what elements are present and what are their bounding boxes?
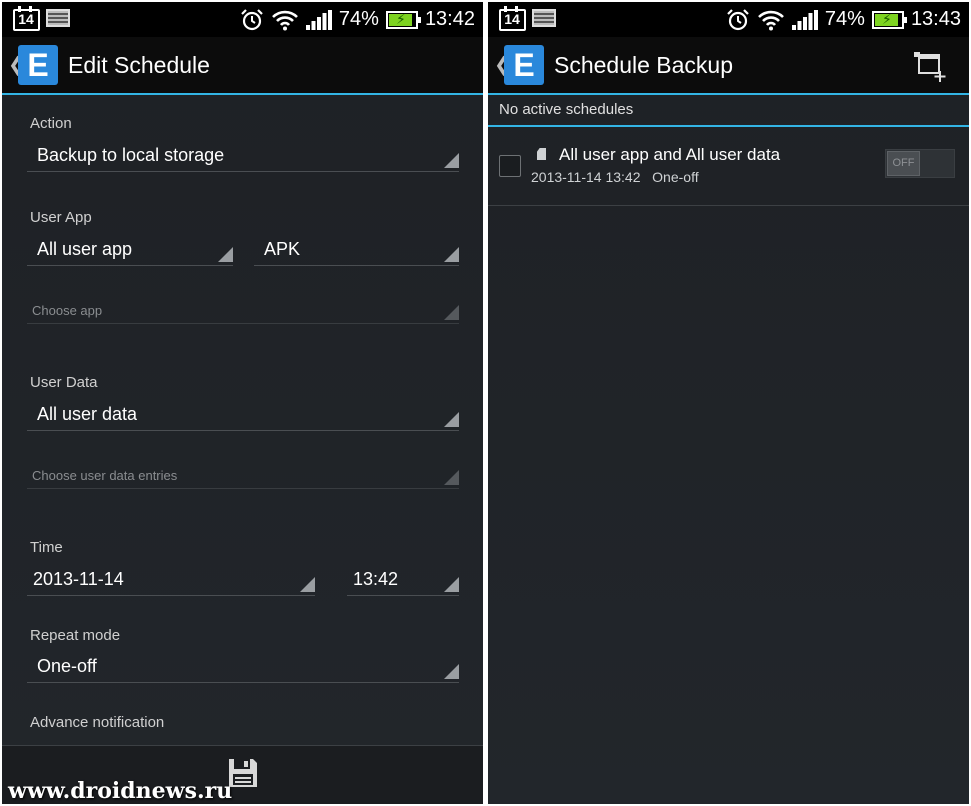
wifi-icon [271, 10, 298, 30]
page-title: Edit Schedule [68, 52, 210, 78]
page-title: Schedule Backup [554, 52, 734, 78]
date-spinner[interactable]: 2013-11-14 [27, 565, 315, 596]
battery-percent: 74% [338, 8, 379, 30]
repeat-mode-label: Repeat mode [30, 627, 121, 644]
time-value: 13:42 [353, 569, 399, 589]
battery-icon: ⚡ [385, 10, 421, 29]
user-app-type-value: APK [264, 239, 301, 259]
repeat-mode-spinner[interactable]: One-off [27, 652, 459, 683]
dropdown-triangle-icon [444, 577, 459, 592]
calendar-day: 14 [18, 11, 34, 27]
signal-icon [791, 9, 818, 30]
time-label: Time [30, 539, 63, 556]
dropdown-triangle-icon [444, 153, 459, 168]
choose-app-hint: Choose app [32, 303, 103, 318]
calendar-day: 14 [504, 11, 520, 27]
schedule-date: 2013-11-14 13:42 [531, 169, 641, 185]
wifi-icon [757, 10, 784, 30]
watermark: www.droidnews.ru [8, 778, 233, 804]
battery-percent: 74% [824, 8, 865, 30]
dropdown-triangle-icon [444, 664, 459, 679]
status-bar: 14 74% ⚡ 13:42 [2, 2, 483, 37]
choose-app-spinner[interactable]: Choose app [27, 293, 459, 324]
user-app-type-spinner[interactable]: APK [254, 235, 459, 266]
action-spinner[interactable]: Backup to local storage [27, 141, 459, 172]
gallery-notification-icon [46, 9, 70, 27]
action-label: Action [30, 115, 72, 132]
dropdown-triangle-icon [444, 470, 459, 485]
alarm-clock-icon [727, 8, 749, 30]
no-active-schedules-text: No active schedules [499, 101, 634, 118]
dropdown-triangle-icon [444, 305, 459, 320]
clock: 13:42 [424, 8, 475, 30]
schedule-title: All user app and All user data [559, 145, 781, 164]
alarm-clock-icon [241, 8, 263, 30]
schedule-subtitle: 2013-11-14 13:42 One-off [531, 169, 699, 185]
action-value: Backup to local storage [37, 145, 225, 165]
choose-user-data-spinner[interactable]: Choose user data entries [27, 458, 459, 489]
dropdown-triangle-icon [218, 247, 233, 262]
dropdown-triangle-icon [300, 577, 315, 592]
action-bar: ❮ E Edit Schedule [2, 37, 483, 95]
repeat-mode-value: One-off [37, 656, 97, 676]
signal-icon [305, 9, 332, 30]
choose-user-data-hint: Choose user data entries [32, 468, 178, 483]
calendar-icon: 14 [498, 6, 526, 31]
user-app-label: User App [30, 209, 92, 226]
app-logo-icon[interactable]: E [504, 45, 544, 85]
advance-notification-label: Advance notification [30, 714, 165, 731]
sd-card-icon [537, 148, 546, 160]
clock: 13:43 [910, 8, 961, 30]
schedule-backup-screen: 14 74% ⚡ 13:43 ❮ E Schedule Backup No ac… [488, 2, 969, 804]
dropdown-triangle-icon [444, 247, 459, 262]
user-data-label: User Data [30, 374, 98, 391]
user-app-spinner[interactable]: All user app [27, 235, 233, 266]
status-bar: 14 74% ⚡ 13:43 [488, 2, 969, 37]
add-schedule-icon[interactable] [911, 49, 951, 83]
date-value: 2013-11-14 [33, 569, 124, 589]
schedule-checkbox[interactable] [499, 155, 521, 177]
calendar-icon: 14 [12, 6, 40, 31]
schedule-mode: One-off [652, 169, 699, 185]
user-app-value: All user app [37, 239, 133, 259]
battery-icon: ⚡ [871, 10, 907, 29]
dropdown-triangle-icon [444, 412, 459, 427]
time-spinner[interactable]: 13:42 [347, 565, 459, 596]
gallery-notification-icon [532, 9, 556, 27]
action-bar: ❮ E Schedule Backup [488, 37, 969, 95]
toggle-off-label: OFF [887, 151, 920, 176]
list-item[interactable]: All user app and All user data 2013-11-1… [488, 127, 969, 206]
schedules-header: No active schedules [488, 95, 969, 127]
user-data-spinner[interactable]: All user data [27, 400, 459, 431]
schedule-toggle[interactable]: OFF [885, 149, 955, 178]
user-data-value: All user data [37, 404, 138, 424]
edit-schedule-screen: 14 74% ⚡ 13:42 ❮ E Edit Schedule Action … [2, 2, 483, 804]
app-logo-icon[interactable]: E [18, 45, 58, 85]
